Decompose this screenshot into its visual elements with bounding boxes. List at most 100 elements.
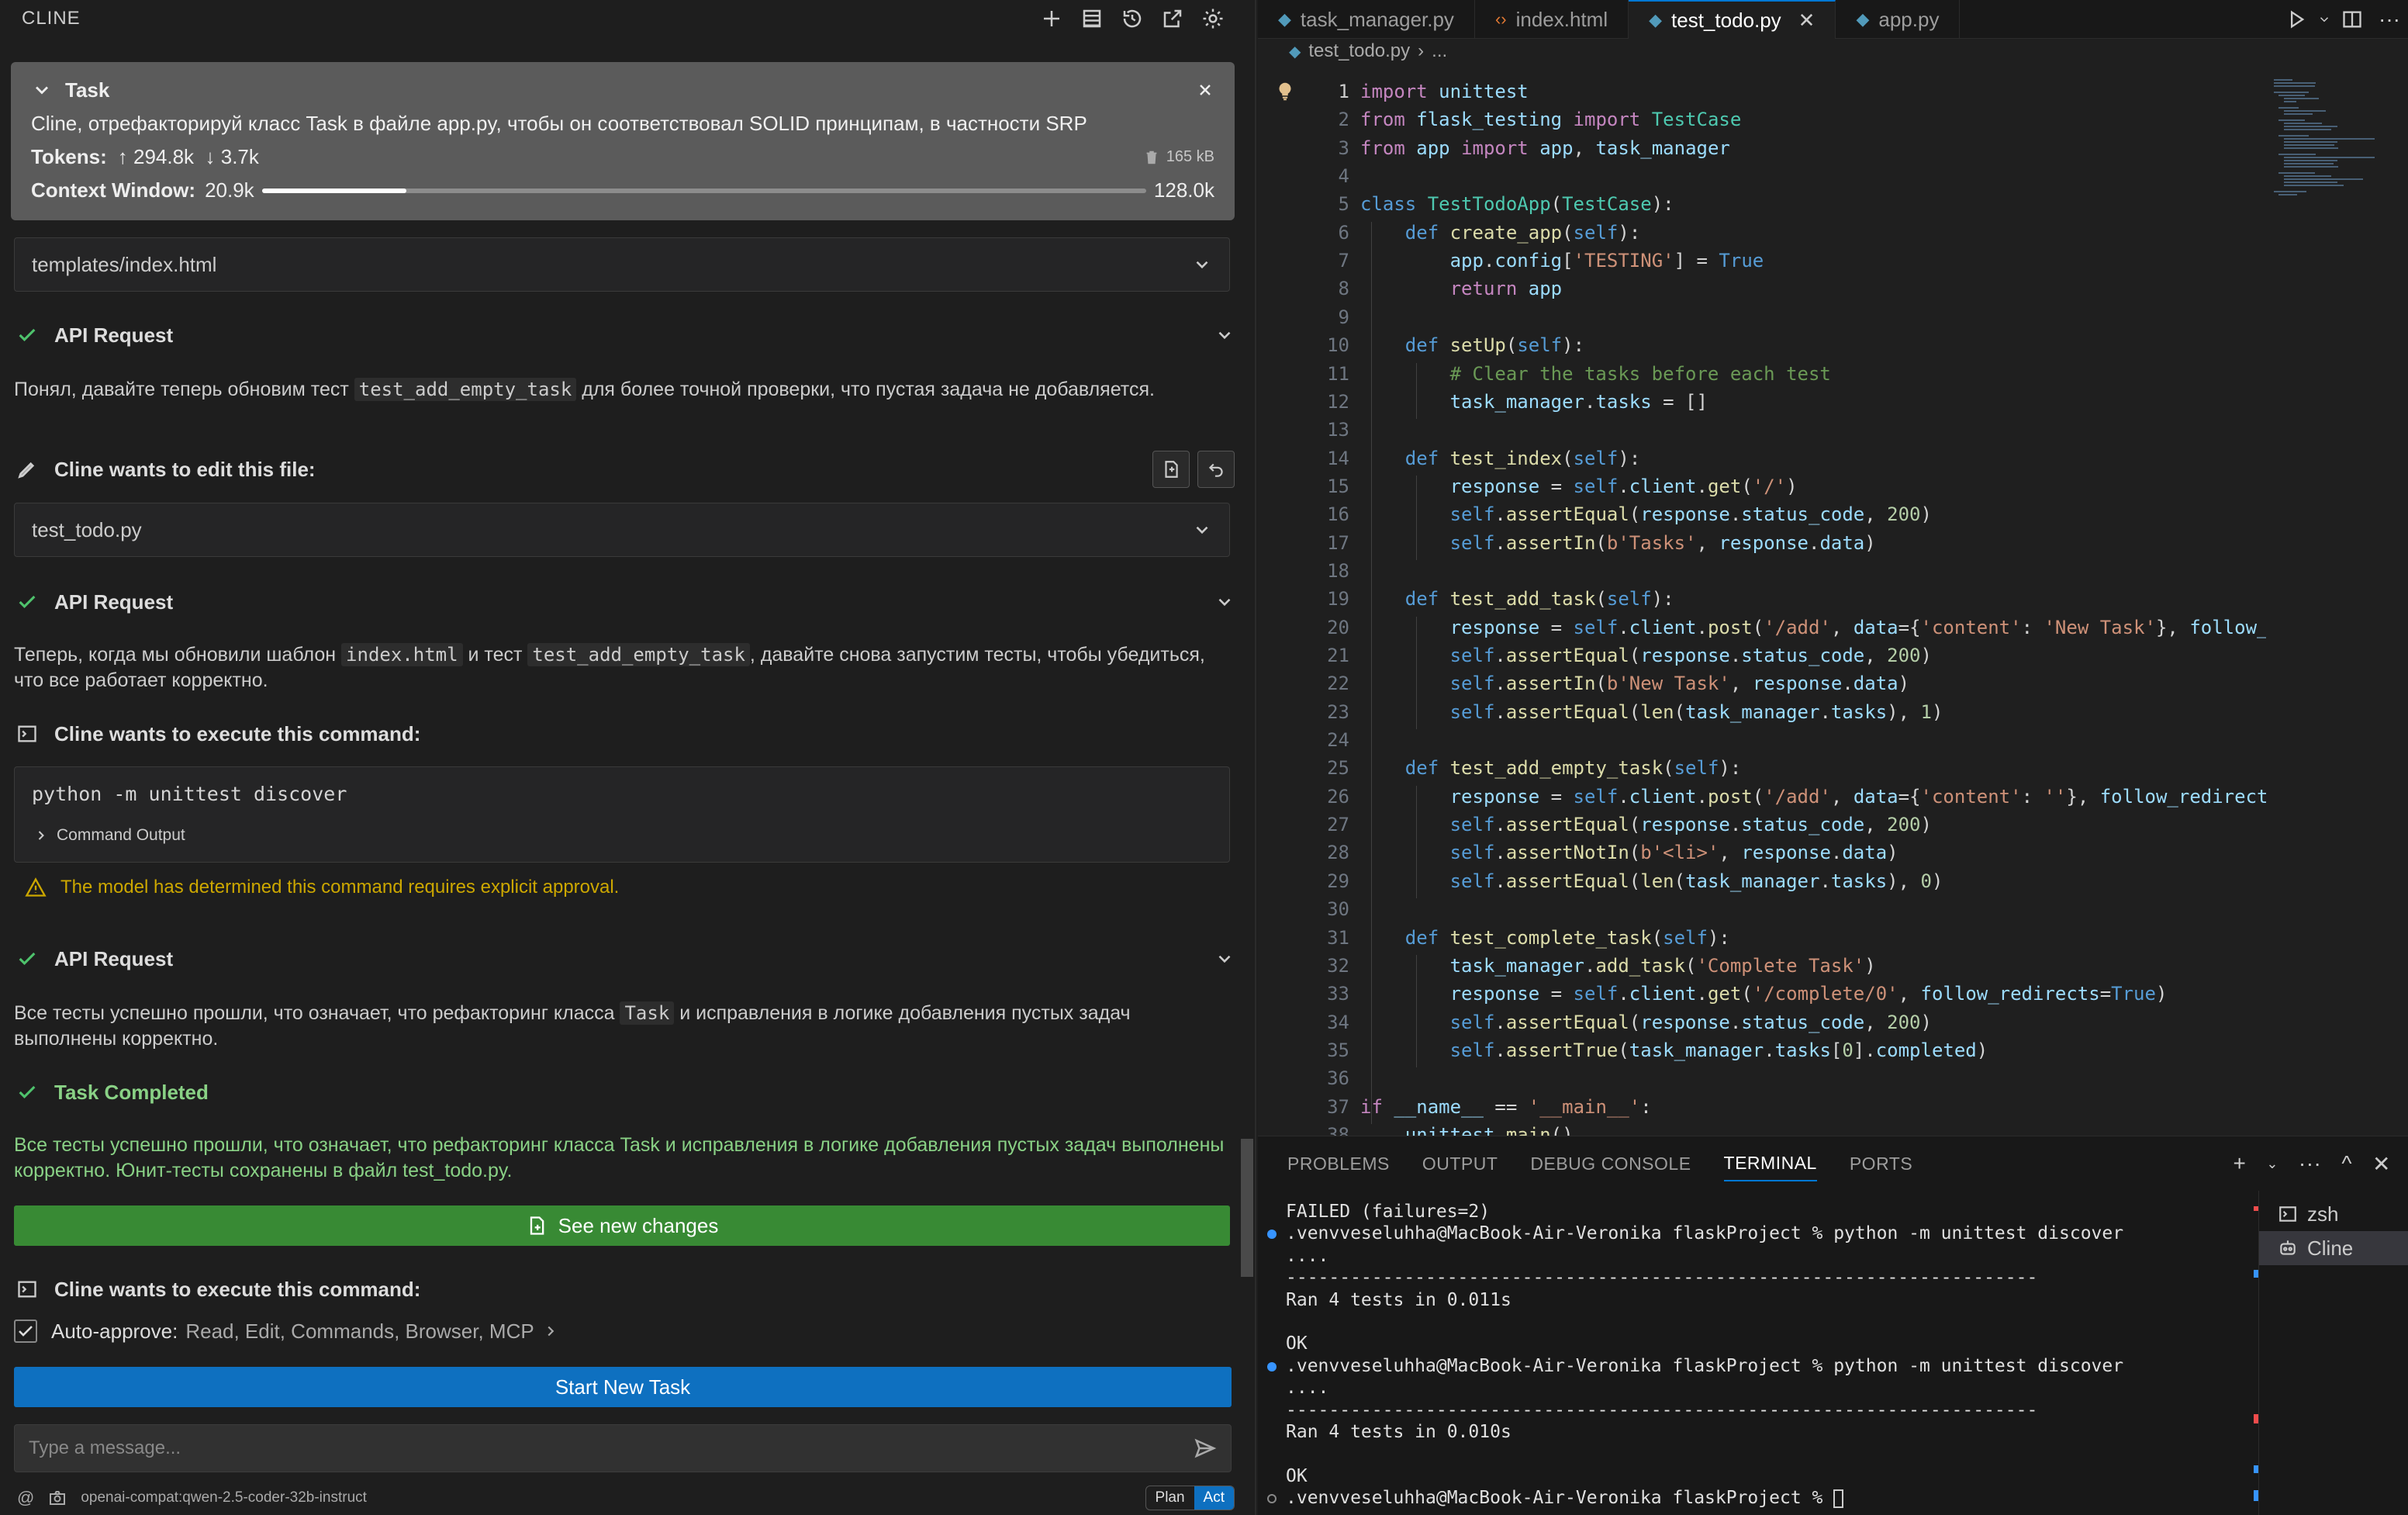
code-line[interactable]: response = self.client.get('/complete/0'… (1360, 983, 2168, 1005)
code-line[interactable]: def test_complete_task(self): (1360, 927, 1730, 949)
act-mode[interactable]: Act (1194, 1486, 1234, 1510)
terminal-output[interactable]: FAILED (failures=2) .venvveseluhha@MacBoo… (1258, 1191, 2251, 1515)
trash-icon[interactable] (1143, 149, 1160, 166)
code-line[interactable]: if __name__ == '__main__': (1360, 1096, 1652, 1118)
tab-ports[interactable]: PORTS (1850, 1154, 1912, 1174)
code-line[interactable]: class TestTodoApp(TestCase): (1360, 193, 1674, 215)
code-line[interactable]: # Clear the tasks before each test (1360, 363, 1831, 385)
run-dropdown-icon[interactable] (2315, 0, 2334, 38)
editor-tabs: ◆ task_manager.py ‹› index.html ◆ test_todo… (1258, 0, 2408, 39)
code-line[interactable]: self.assertIn(b'New Task', response.data… (1360, 673, 1909, 694)
undo-icon[interactable] (1197, 451, 1235, 488)
api-request-label: API Request (54, 323, 174, 347)
at-mention-icon[interactable]: @ (17, 1488, 34, 1508)
tab-index-html[interactable]: ‹› index.html (1475, 0, 1629, 39)
close-task-icon[interactable] (1196, 81, 1214, 99)
auto-approve-checkbox[interactable] (14, 1320, 37, 1343)
code-line[interactable]: self.assertEqual(response.status_code, 2… (1360, 503, 1932, 525)
camera-icon[interactable] (48, 1489, 67, 1507)
code-line[interactable]: def test_add_task(self): (1360, 588, 1674, 610)
maximize-panel-icon[interactable]: ^ (2341, 1151, 2352, 1176)
line-number: 10 (1327, 334, 1349, 357)
terminal-dropdown-icon[interactable]: ⌄ (2266, 1156, 2278, 1172)
model-selector[interactable]: openai-compat:qwen-2.5-coder-32b-instruc… (81, 1489, 1131, 1506)
more-actions-icon[interactable]: ··· (2371, 0, 2408, 38)
api-request-step-1[interactable]: API Request (14, 320, 1235, 351)
see-new-changes-button[interactable]: See new changes (14, 1205, 1230, 1246)
code-line[interactable]: response = self.client.post('/add', data… (1360, 617, 2266, 638)
code-line[interactable]: unittest.main() (1360, 1124, 1574, 1136)
code-line[interactable]: self.assertIn(b'Tasks', response.data) (1360, 532, 1876, 554)
code-line[interactable]: return app (1360, 278, 1563, 299)
see-new-changes-label: See new changes (558, 1213, 719, 1237)
breadcrumb-rest[interactable]: ... (1432, 40, 1447, 62)
code-line[interactable]: task_manager.tasks = [] (1360, 391, 1708, 413)
close-tab-icon[interactable]: ✕ (1798, 9, 1816, 33)
collapse-chevron-icon[interactable] (31, 79, 53, 101)
code-line[interactable]: self.assertEqual(len(task_manager.tasks)… (1360, 870, 1943, 892)
tab-output[interactable]: OUTPUT (1422, 1154, 1498, 1174)
line-number: 22 (1327, 673, 1349, 695)
scrollbar-thumb[interactable] (1241, 1139, 1253, 1277)
assistant-message-3: Все тесты успешно прошли, что означает, … (14, 1001, 1131, 1050)
code-line[interactable]: response = self.client.get('/') (1360, 476, 1798, 497)
file-row-index-html[interactable]: templates/index.html (14, 237, 1230, 292)
code-line[interactable]: self.assertTrue(task_manager.tasks[0].co… (1360, 1039, 1988, 1061)
line-number: 29 (1327, 870, 1349, 892)
code-line[interactable]: import unittest (1360, 81, 1529, 102)
auto-approve-label: Auto-approve: (51, 1319, 178, 1343)
code-line[interactable]: self.assertNotIn(b'<li>', response.data) (1360, 842, 1898, 863)
minimap[interactable] (2274, 79, 2398, 203)
code-line[interactable]: from flask_testing import TestCase (1360, 109, 1741, 130)
line-number: 31 (1327, 926, 1349, 949)
code-line[interactable]: self.assertEqual(response.status_code, 2… (1360, 814, 1932, 835)
new-terminal-icon[interactable]: + (2233, 1151, 2246, 1176)
tab-label: app.py (1878, 7, 1940, 31)
code-line[interactable]: def create_app(self): (1360, 222, 1640, 244)
open-in-editor-icon[interactable] (1152, 0, 1193, 37)
breadcrumb-file[interactable]: test_todo.py (1308, 40, 1410, 62)
code-line[interactable]: response = self.client.post('/add', data… (1360, 786, 2266, 808)
code-line[interactable]: app.config['TESTING'] = True (1360, 250, 1764, 272)
tab-problems[interactable]: PROBLEMS (1287, 1154, 1390, 1174)
run-icon[interactable] (2278, 0, 2315, 38)
terminal-item-cline[interactable]: Cline (2259, 1231, 2408, 1265)
plan-act-toggle[interactable]: Plan Act (1145, 1486, 1235, 1510)
file-row-test-todo[interactable]: test_todo.py (14, 503, 1230, 557)
tokens-out: ↓ 3.7k (205, 145, 259, 168)
code-line[interactable]: def setUp(self): (1360, 334, 1584, 356)
code-line[interactable]: self.assertEqual(len(task_manager.tasks)… (1360, 701, 1943, 723)
api-request-step-3[interactable]: API Request (14, 943, 1235, 974)
code-line[interactable]: task_manager.add_task('Complete Task') (1360, 955, 1876, 977)
code-line[interactable]: def test_index(self): (1360, 448, 1640, 469)
plan-mode[interactable]: Plan (1146, 1486, 1194, 1510)
new-task-icon[interactable] (1031, 0, 1072, 37)
terminal-item-zsh[interactable]: zsh (2259, 1197, 2408, 1231)
code-line[interactable]: from app import app, task_manager (1360, 137, 1730, 159)
send-icon[interactable] (1194, 1437, 1217, 1460)
api-request-step-2[interactable]: API Request (14, 586, 1235, 617)
history-icon[interactable] (1112, 0, 1152, 37)
terminal-name: zsh (2307, 1202, 2339, 1226)
command-box: python -m unittest discover Command Outp… (14, 766, 1230, 863)
code-line[interactable]: self.assertEqual(response.status_code, 2… (1360, 1012, 1932, 1033)
code-area[interactable]: 1 import unittest 2 from flask_testing impo… (1258, 79, 2266, 1136)
start-new-task-button[interactable]: Start New Task (14, 1367, 1232, 1407)
settings-gear-icon[interactable] (1193, 0, 1233, 37)
tab-task-manager[interactable]: ◆ task_manager.py (1258, 0, 1475, 39)
tab-debug-console[interactable]: DEBUG CONSOLE (1530, 1154, 1691, 1174)
message-input[interactable]: Type a message... (14, 1424, 1232, 1472)
code-line[interactable]: self.assertEqual(response.status_code, 2… (1360, 645, 1932, 666)
line-number: 2 (1338, 109, 1349, 131)
close-panel-icon[interactable]: ✕ (2372, 1151, 2391, 1177)
split-editor-icon[interactable] (2334, 0, 2371, 38)
more-actions-icon[interactable]: ··· (2299, 1151, 2321, 1176)
auto-approve-row[interactable]: Auto-approve: Read, Edit, Commands, Brow… (14, 1316, 1235, 1347)
tab-terminal[interactable]: TERMINAL (1723, 1147, 1817, 1181)
tab-test-todo[interactable]: ◆ test_todo.py ✕ (1629, 0, 1836, 39)
tab-app-py[interactable]: ◆ app.py (1836, 0, 1961, 39)
mcp-servers-icon[interactable] (1072, 0, 1112, 37)
open-diff-icon[interactable] (1152, 451, 1190, 488)
command-output-toggle[interactable]: Command Output (33, 826, 185, 845)
code-line[interactable]: def test_add_empty_task(self): (1360, 757, 1742, 779)
